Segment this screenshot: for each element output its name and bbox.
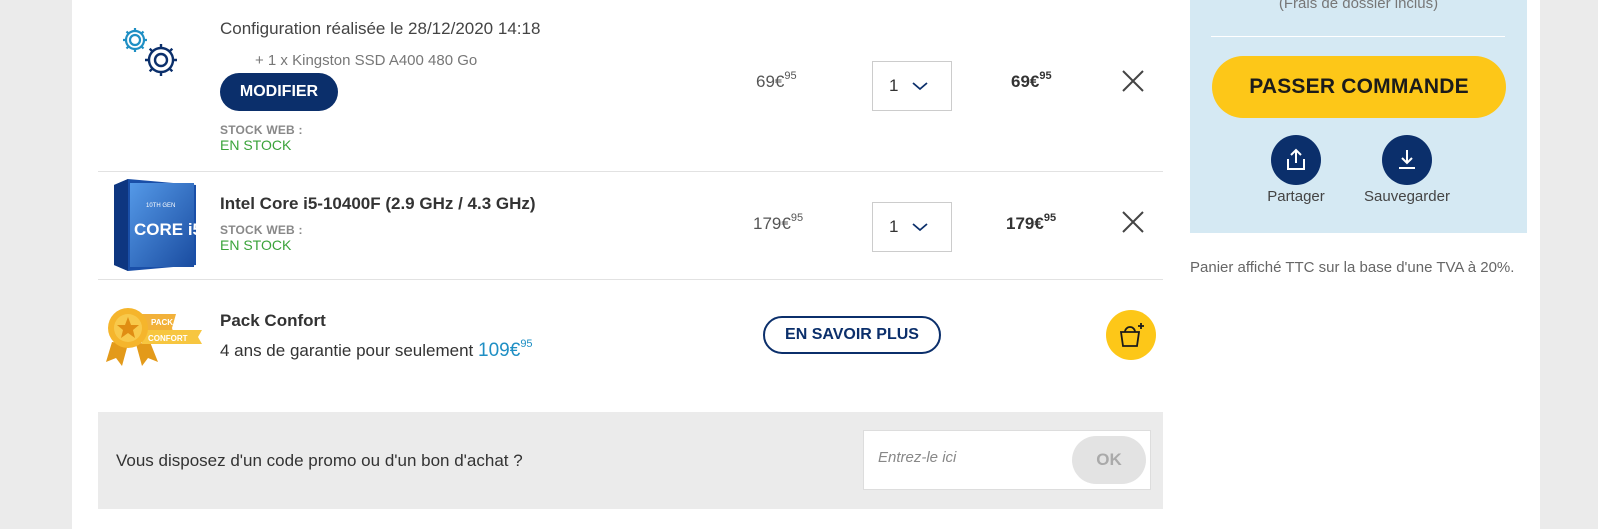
- config-component: + 1 x Kingston SSD A400 480 Go: [255, 52, 478, 69]
- vat-note: Panier affiché TTC sur la base d'une TVA…: [1190, 259, 1515, 276]
- pack-description: 4 ans de garantie pour seulement 109€95: [220, 338, 533, 361]
- share-icon: [1287, 148, 1305, 170]
- checkout-button[interactable]: PASSER COMMANDE: [1212, 56, 1506, 118]
- stock-label: STOCK WEB :: [220, 223, 303, 237]
- fees-note: (Frais de dossier inclus): [1278, 0, 1439, 12]
- basket-add-icon: [1119, 323, 1144, 347]
- modify-button[interactable]: MODIFIER: [220, 73, 338, 111]
- cart-panel: Configuration réalisée le 28/12/2020 14:…: [72, 0, 1540, 529]
- close-icon: [1122, 211, 1144, 233]
- promo-field: OK: [863, 430, 1151, 490]
- order-summary-box: (Frais de dossier inclus) PASSER COMMAND…: [1190, 0, 1527, 233]
- line-total: 69€95: [1011, 70, 1052, 91]
- product-title: Intel Core i5-10400F (2.9 GHz / 4.3 GHz): [220, 194, 536, 213]
- promo-code-input[interactable]: [878, 449, 1058, 466]
- quantity-value: 1: [889, 217, 899, 236]
- quantity-value: 1: [889, 76, 899, 95]
- quantity-select[interactable]: 1: [872, 61, 952, 111]
- line-total: 179€95: [1006, 212, 1057, 233]
- config-title: Configuration réalisée le 28/12/2020 14:…: [220, 19, 541, 38]
- save-label: Sauvegarder: [1364, 188, 1450, 205]
- unit-price: 69€95: [756, 70, 797, 91]
- learn-more-button[interactable]: EN SAVOIR PLUS: [763, 316, 941, 354]
- row-divider: [98, 279, 1163, 280]
- pack-badge-icon: PACK CONFORT: [102, 304, 206, 366]
- download-icon: [1399, 150, 1415, 169]
- promo-section: Vous disposez d'un code promo ou d'un bo…: [98, 412, 1163, 509]
- stock-status: EN STOCK: [220, 237, 292, 253]
- remove-item-button[interactable]: [1120, 68, 1146, 99]
- summary-divider: [1211, 36, 1505, 37]
- pack-badge-top: PACK: [151, 318, 173, 327]
- chevron-down-icon: [912, 82, 929, 91]
- product-image: 10TH GEN CORE i5: [106, 177, 202, 271]
- box-brand-text: CORE i5: [134, 220, 198, 239]
- pack-price: 109€95: [478, 338, 533, 361]
- stock-label: STOCK WEB :: [220, 123, 303, 137]
- unit-price: 179€95: [753, 212, 804, 233]
- promo-question: Vous disposez d'un code promo ou d'un bo…: [116, 451, 523, 470]
- gears-icon: [115, 22, 187, 82]
- share-button[interactable]: [1271, 135, 1321, 185]
- save-button[interactable]: [1382, 135, 1432, 185]
- close-icon: [1122, 70, 1144, 92]
- share-label: Partager: [1267, 188, 1325, 205]
- promo-ok-button[interactable]: OK: [1072, 436, 1146, 484]
- pack-badge-bottom: CONFORT: [148, 334, 188, 343]
- stock-status: EN STOCK: [220, 137, 292, 153]
- remove-item-button[interactable]: [1120, 209, 1146, 240]
- pack-title: Pack Confort: [220, 311, 326, 330]
- box-gen-text: 10TH GEN: [146, 203, 175, 209]
- add-pack-button[interactable]: [1106, 310, 1156, 360]
- chevron-down-icon: [912, 223, 929, 232]
- quantity-select[interactable]: 1: [872, 202, 952, 252]
- row-divider: [98, 171, 1163, 172]
